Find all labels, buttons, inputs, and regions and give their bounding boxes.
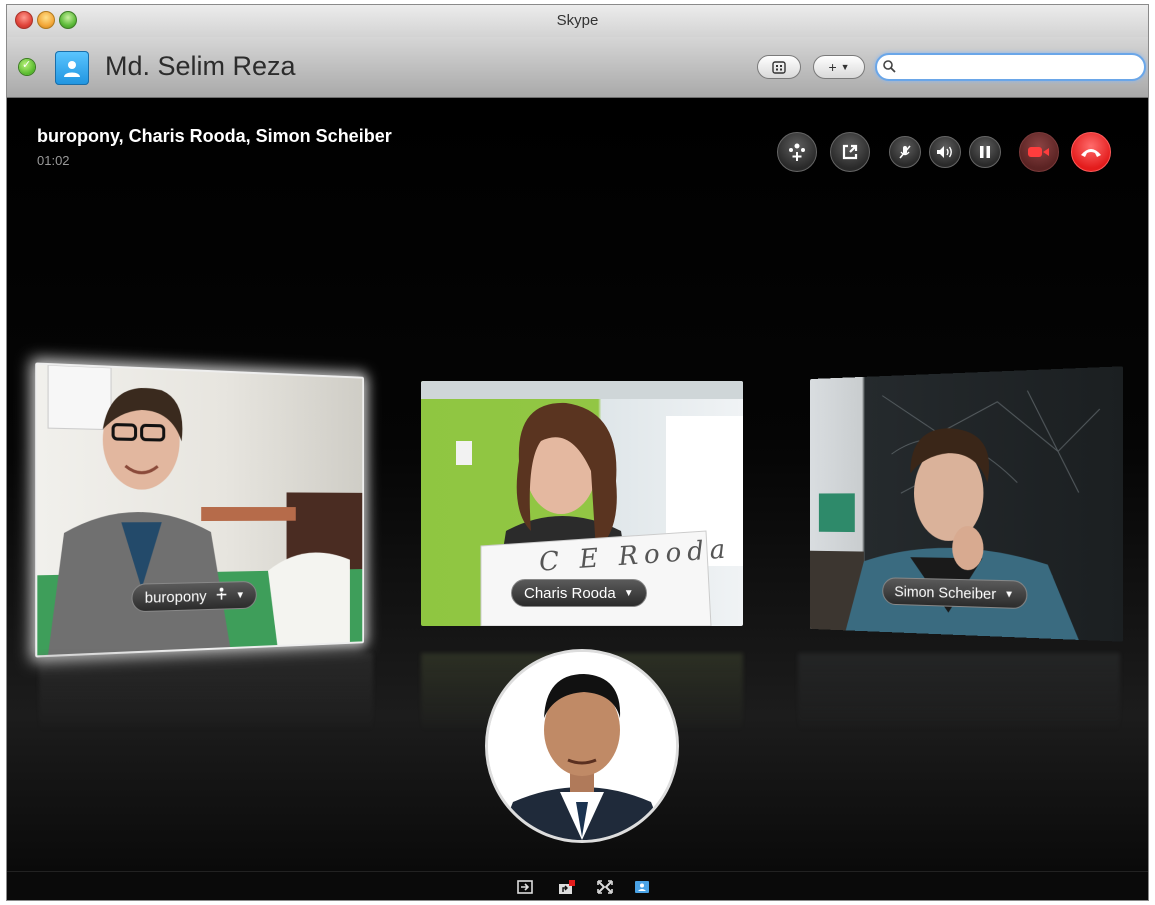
participant-name-pill[interactable]: Simon Scheiber ▼ [882, 577, 1028, 610]
participant-name-pill[interactable]: Charis Rooda ▼ [511, 579, 647, 607]
participant-video [37, 365, 363, 656]
mute-button[interactable] [889, 136, 921, 168]
participant-video-tile[interactable]: Simon Scheiber ▼ [810, 366, 1124, 642]
participant-name-pill[interactable]: buropony ▼ [131, 580, 258, 613]
participant-name: Charis Rooda [524, 584, 616, 602]
fullscreen-icon[interactable] [597, 880, 613, 894]
search-input[interactable] [899, 58, 1133, 78]
participant-video-tile[interactable]: buropony ▼ [35, 362, 365, 658]
dial-button[interactable] [757, 55, 801, 79]
contacts-icon[interactable] [634, 880, 650, 894]
bottom-toolbar [7, 871, 1148, 900]
window-title: Skype [556, 12, 599, 29]
add-button[interactable]: + ▼ [813, 55, 865, 79]
search-icon [883, 60, 896, 73]
tile-reflection [798, 653, 1120, 733]
host-icon [214, 587, 227, 605]
pause-icon [980, 146, 990, 158]
popout-button[interactable] [830, 132, 870, 172]
user-name[interactable]: Md. Selim Reza [105, 51, 296, 82]
share-screen-icon[interactable] [558, 880, 575, 894]
enter-icon[interactable] [517, 880, 533, 894]
plus-icon: + [828, 59, 837, 75]
volume-button[interactable] [929, 136, 961, 168]
skype-window: Skype Md. Selim Reza + ▼ buropony, Chari… [6, 4, 1149, 901]
volume-icon [937, 146, 952, 158]
toolbar: Md. Selim Reza + ▼ [7, 37, 1148, 98]
call-area: buropony, Charis Rooda, Simon Scheiber 0… [7, 98, 1148, 871]
title-bar: Skype [7, 5, 1148, 37]
chevron-down-icon: ▼ [623, 587, 634, 599]
chevron-down-icon: ▼ [235, 589, 245, 601]
self-view-video[interactable] [485, 649, 679, 843]
mute-mic-icon [899, 145, 911, 159]
video-camera-icon [1028, 147, 1049, 157]
tile-reflection [39, 653, 373, 733]
video-button[interactable] [1019, 132, 1059, 172]
chevron-down-icon: ▼ [1004, 588, 1015, 601]
participant-name: buropony [144, 587, 207, 607]
online-status-icon[interactable] [19, 58, 35, 75]
add-participant-icon [789, 143, 805, 161]
participant-video-tile[interactable]: C E Rooda Charis Rooda ▼ [421, 381, 743, 626]
add-participant-button[interactable] [777, 132, 817, 172]
call-timer: 01:02 [37, 153, 70, 168]
participant-name: Simon Scheiber [894, 582, 997, 603]
hang-up-icon [1081, 149, 1101, 157]
contact-avatar-icon[interactable] [55, 51, 89, 85]
dialpad-icon [772, 61, 786, 74]
pause-button[interactable] [969, 136, 1001, 168]
search-box[interactable] [875, 53, 1146, 81]
call-participants-title: buropony, Charis Rooda, Simon Scheiber [37, 126, 392, 146]
popout-icon [842, 144, 858, 160]
hang-up-button[interactable] [1071, 132, 1111, 172]
chevron-down-icon: ▼ [840, 62, 850, 72]
